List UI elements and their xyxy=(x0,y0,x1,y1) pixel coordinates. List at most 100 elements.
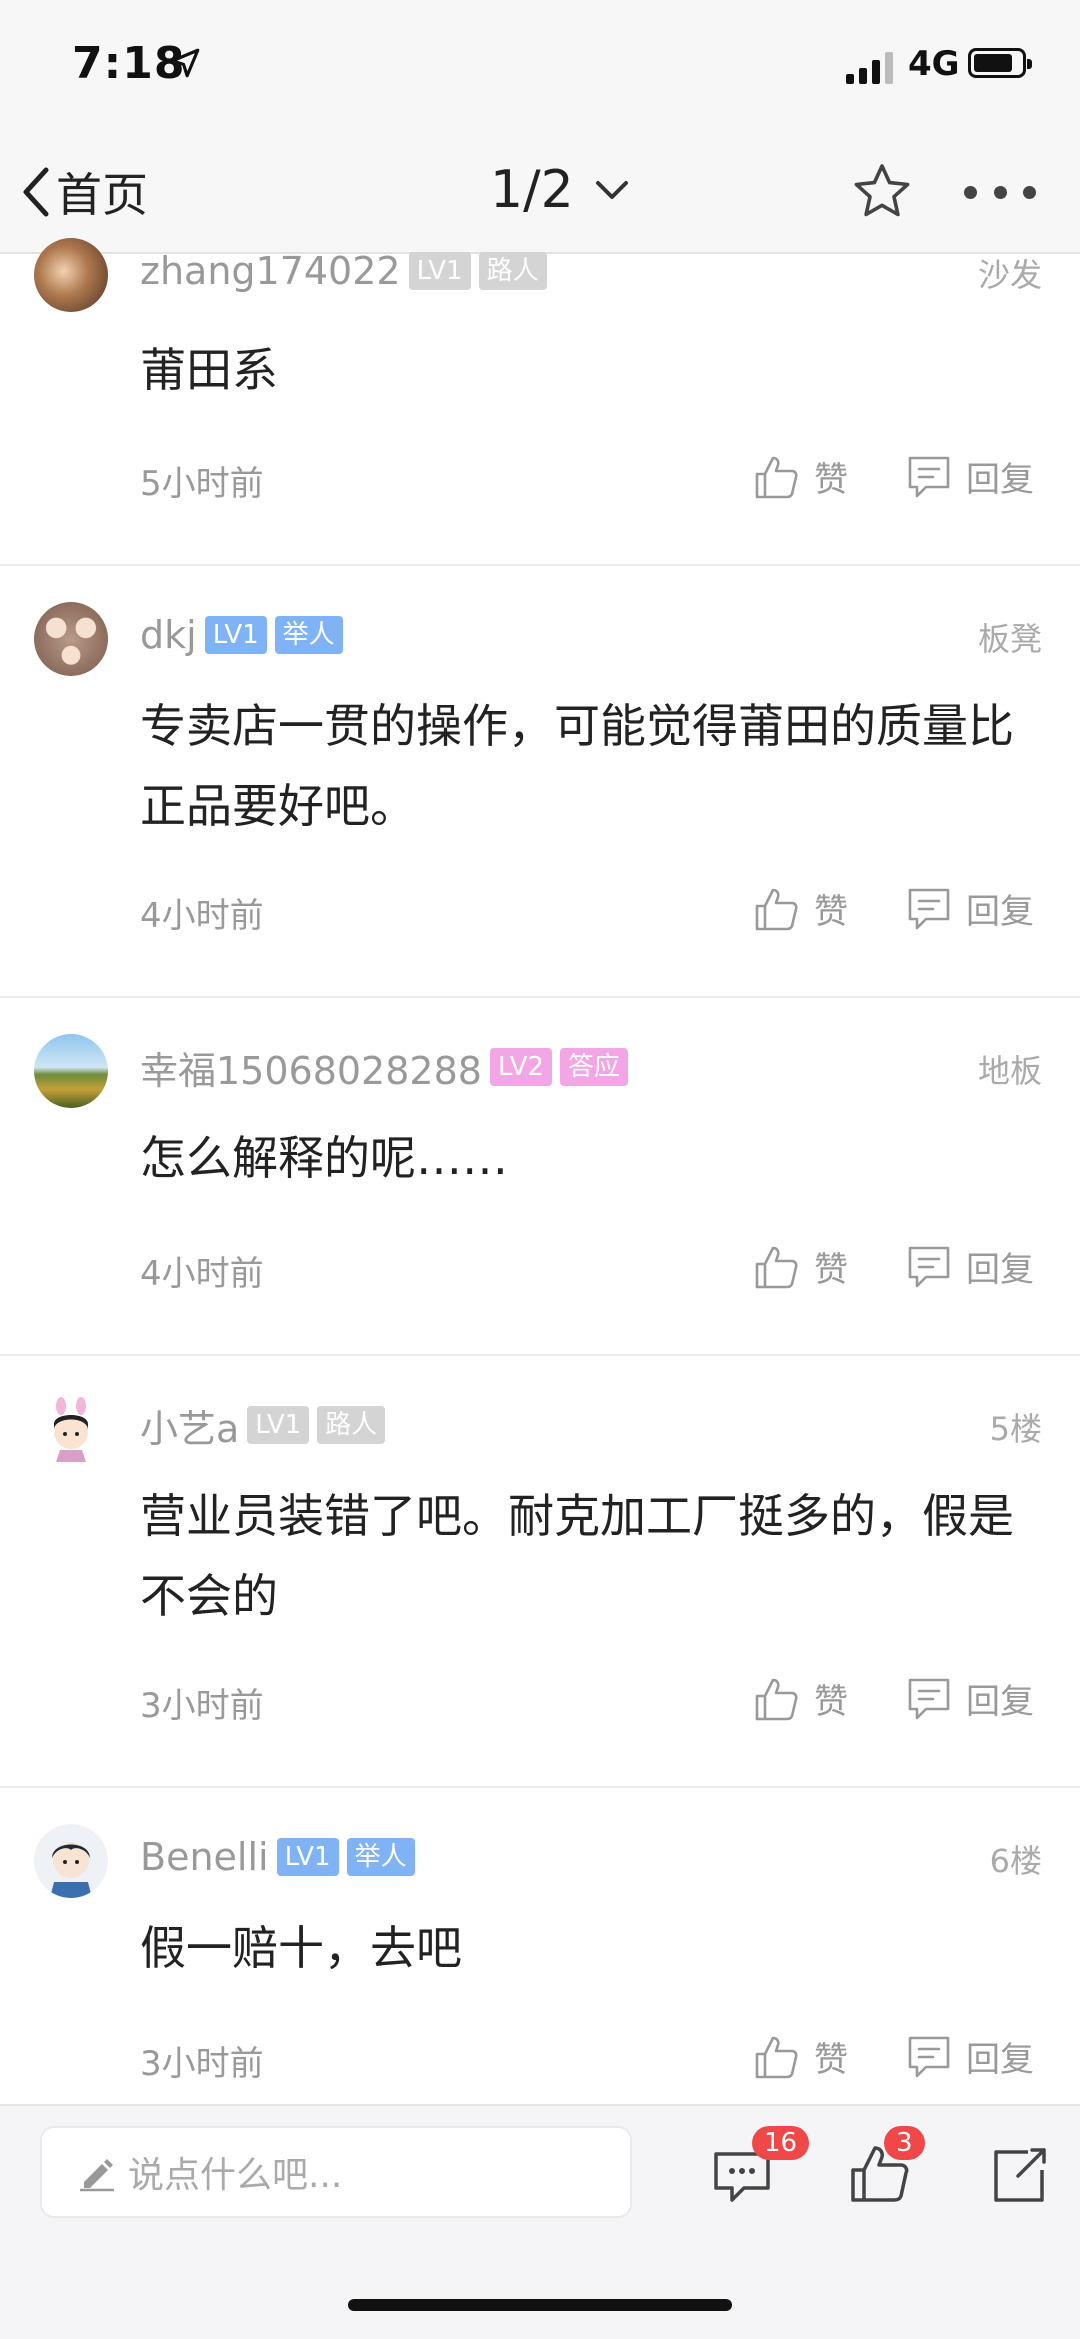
floor-label: 地板 xyxy=(977,1052,1042,1090)
cartoon-girl-icon xyxy=(54,1397,88,1462)
comment-time: 3小时前 xyxy=(140,1686,264,1726)
reply-label: 回复 xyxy=(966,2040,1034,2080)
floor-label: 6楼 xyxy=(989,1842,1042,1880)
comment-input[interactable]: 说点什么吧... xyxy=(40,2126,632,2218)
avatar[interactable] xyxy=(34,238,108,312)
thumbs-up-icon xyxy=(755,1246,798,1288)
battery-icon xyxy=(968,48,1032,78)
like-label: 赞 xyxy=(814,892,848,932)
comment-time: 5小时前 xyxy=(140,464,264,504)
username[interactable]: 幸福15068028288 xyxy=(140,1040,482,1095)
comment-icon xyxy=(908,456,950,497)
comment-header: zhang174022 LV1 路人 xyxy=(140,246,547,296)
like-label: 赞 xyxy=(814,1682,848,1722)
like-label: 赞 xyxy=(814,460,848,500)
back-button[interactable]: 首页 xyxy=(20,160,148,224)
like-button[interactable]: 赞 xyxy=(754,1674,848,1723)
comment-icon xyxy=(908,2036,950,2077)
rank-badge: 举人 xyxy=(346,1838,415,1876)
comment-count-badge: 16 xyxy=(752,2126,810,2160)
level-badge: LV1 xyxy=(276,1838,339,1876)
back-label: 首页 xyxy=(56,168,148,222)
username[interactable]: 小艺a xyxy=(140,1398,239,1453)
reply-label: 回复 xyxy=(966,1682,1034,1722)
comment-text: 莆田系 xyxy=(140,343,278,397)
location-arrow-icon xyxy=(170,48,200,78)
comment-text: 假一赔十，去吧 xyxy=(140,1921,462,1975)
comment-text: 怎么解释的呢…… xyxy=(140,1131,508,1185)
comment-header: 幸福15068028288 LV2 答应 xyxy=(140,1040,628,1095)
level-badge: LV1 xyxy=(247,1406,310,1444)
reply-button[interactable]: 回复 xyxy=(906,452,1034,501)
avatar[interactable] xyxy=(34,1392,108,1466)
like-button[interactable]: 赞 xyxy=(754,1242,848,1291)
like-button[interactable]: 赞 xyxy=(754,452,848,501)
comment-text: 营业员装错了吧。耐克加工厂挺多的，假是不会的 xyxy=(140,1489,1014,1623)
network-type: 4G xyxy=(908,44,960,84)
like-label: 赞 xyxy=(814,1250,848,1290)
floor-label: 5楼 xyxy=(989,1410,1042,1448)
share-icon xyxy=(994,2148,1046,2202)
reply-button[interactable]: 回复 xyxy=(906,1674,1034,1723)
comment-icon xyxy=(908,1246,950,1287)
comment-item: zhang174022 LV1 路人 沙发 莆田系 5小时前 赞 回复 xyxy=(0,238,1080,566)
level-badge: LV2 xyxy=(489,1048,552,1086)
rank-badge: 答应 xyxy=(559,1048,628,1086)
comment-time: 4小时前 xyxy=(140,1254,264,1294)
reply-button[interactable]: 回复 xyxy=(906,1242,1034,1291)
thumbs-up-icon xyxy=(755,1678,798,1720)
comment-time: 4小时前 xyxy=(140,896,264,936)
favorite-star-icon[interactable] xyxy=(850,160,914,224)
page-indicator: 1/2 xyxy=(490,160,574,220)
comments-button[interactable]: 16 xyxy=(710,2126,810,2206)
like-post-button[interactable]: 3 xyxy=(848,2126,925,2206)
status-bar: 7:18 4G xyxy=(0,0,1080,130)
username[interactable]: zhang174022 xyxy=(140,249,401,293)
thumbs-up-icon xyxy=(755,2036,798,2078)
comment-icon xyxy=(908,1678,950,1719)
reply-label: 回复 xyxy=(966,892,1034,932)
level-badge: LV1 xyxy=(204,616,267,654)
thumbs-up-icon xyxy=(755,888,798,930)
like-button[interactable]: 赞 xyxy=(754,884,848,933)
comment-header: 小艺a LV1 路人 xyxy=(140,1398,386,1453)
avatar[interactable] xyxy=(34,1034,108,1108)
comment-text: 专卖店一贯的操作，可能觉得莆田的质量比正品要好吧。 xyxy=(140,699,1014,833)
comment-header: Benelli LV1 举人 xyxy=(140,1832,415,1882)
level-badge: LV1 xyxy=(408,252,471,290)
username[interactable]: dkj xyxy=(140,613,197,657)
reply-button[interactable]: 回复 xyxy=(906,2032,1034,2081)
comment-item: Benelli LV1 举人 6楼 假一赔十，去吧 3小时前 赞 回复 xyxy=(0,1788,1080,2104)
thumbs-up-icon xyxy=(755,456,798,498)
share-button[interactable] xyxy=(988,2142,1052,2206)
home-indicator xyxy=(348,2299,732,2311)
chevron-down-icon xyxy=(595,181,628,199)
reply-label: 回复 xyxy=(966,460,1034,500)
chevron-left-icon xyxy=(23,167,49,217)
avatar[interactable] xyxy=(34,602,108,676)
avatar[interactable] xyxy=(34,1824,108,1898)
more-options-icon[interactable] xyxy=(964,160,1036,224)
comment-time: 3小时前 xyxy=(140,2044,264,2084)
rank-badge: 路人 xyxy=(478,252,547,290)
rank-badge: 路人 xyxy=(317,1406,386,1444)
reply-button[interactable]: 回复 xyxy=(906,884,1034,933)
comment-item: 小艺a LV1 路人 5楼 营业员装错了吧。耐克加工厂挺多的，假是不会的 3小时… xyxy=(0,1356,1080,1788)
comment-header: dkj LV1 举人 xyxy=(140,610,343,660)
pencil-icon xyxy=(80,2159,114,2192)
floor-label: 板凳 xyxy=(977,620,1042,658)
cartoon-boy-icon xyxy=(50,1842,92,1898)
rank-badge: 举人 xyxy=(274,616,343,654)
reply-label: 回复 xyxy=(966,1250,1034,1290)
username[interactable]: Benelli xyxy=(140,1835,269,1879)
like-label: 赞 xyxy=(814,2040,848,2080)
comment-item: dkj LV1 举人 板凳 专卖店一贯的操作，可能觉得莆田的质量比正品要好吧。 … xyxy=(0,566,1080,998)
comment-item: 幸福15068028288 LV2 答应 地板 怎么解释的呢…… 4小时前 赞 … xyxy=(0,998,1080,1356)
comment-icon xyxy=(908,888,950,929)
like-count-badge: 3 xyxy=(884,2126,925,2160)
signal-icon xyxy=(846,50,896,84)
like-button[interactable]: 赞 xyxy=(754,2032,848,2081)
page-selector[interactable]: 1/2 xyxy=(490,158,630,222)
floor-label: 沙发 xyxy=(977,256,1042,294)
comment-input-placeholder: 说点什么吧... xyxy=(128,2155,343,2196)
